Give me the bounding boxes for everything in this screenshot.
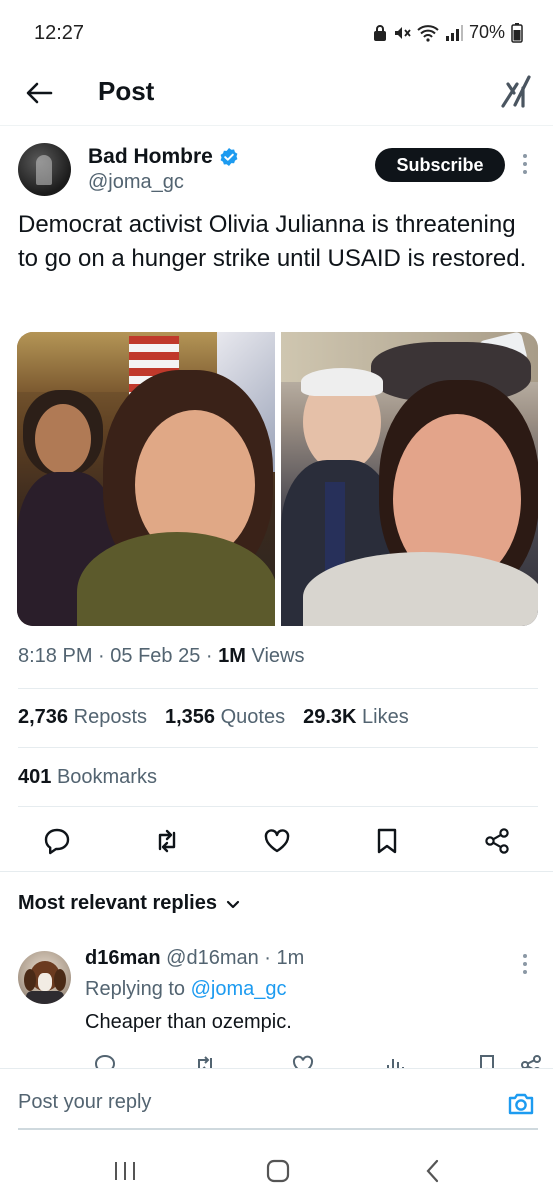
quotes-count: 1,356 [165,706,216,728]
reply-input[interactable]: Post your reply [18,1091,151,1114]
replying-to: Replying to @joma_gc [85,978,287,1001]
reply-time: 1m [276,947,305,969]
repost-button[interactable] [152,826,182,856]
avatar-figure [36,155,52,185]
replies-sort-dropdown[interactable]: Most relevant replies [18,892,241,915]
divider [18,688,538,689]
author-avatar[interactable] [18,143,71,196]
bookmarks-stat[interactable]: 401 Bookmarks [18,766,157,789]
post-meta: 8:18 PM · 05 Feb 25 · 1M Views [18,645,305,667]
post-media[interactable] [17,332,538,626]
post-date: 05 Feb 25 [110,645,201,667]
quotes-label: Quotes [220,706,286,728]
media-photo-right[interactable] [280,332,538,626]
quotes-stat[interactable]: 1,356 Quotes [165,706,285,729]
reply-button[interactable] [42,826,72,856]
reply-composer: Post your reply [0,1068,553,1130]
author-name: Bad Hombre [88,145,213,168]
avatar-dog-muzzle [38,973,52,991]
replies-sort-label: Most relevant replies [18,892,217,914]
views-count: 1M [218,645,246,667]
status-icons: 70% [373,22,523,43]
replying-to-handle[interactable]: @joma_gc [191,978,287,1000]
battery-percent: 70% [468,22,505,42]
reposts-count: 2,736 [18,706,69,728]
share-button[interactable] [482,826,512,856]
reply-author-name[interactable]: d16man [85,947,161,969]
arrow-left-icon [26,82,53,104]
camera-button[interactable] [506,1089,536,1119]
post-text: Democrat activist Olivia Julianna is thr… [18,211,527,272]
post-more-button[interactable] [520,151,530,177]
page-title: Post [98,76,155,106]
reply-more-button[interactable] [520,951,530,977]
subscribe-button[interactable]: Subscribe [375,148,505,182]
camera-icon [508,1093,534,1115]
like-button[interactable] [262,826,292,856]
mute-icon [394,26,411,39]
home-button[interactable] [263,1156,293,1186]
home-icon [266,1159,290,1183]
bookmarks-count: 401 [18,766,52,788]
like-icon [264,829,290,853]
reposts-stat[interactable]: 2,736 Reposts [18,706,147,729]
reposts-label: Reposts [73,706,147,728]
more-vertical-icon [523,154,527,174]
repost-icon [158,829,176,853]
reply-icon [44,828,70,855]
recent-apps-button[interactable] [110,1156,140,1186]
post-actions [18,822,538,862]
likes-label: Likes [362,706,409,728]
bookmark-icon [377,828,397,854]
media-photo-left[interactable] [17,332,275,626]
post-author: Bad Hombre @joma_gc Subscribe [18,143,538,199]
bookmarks-label: Bookmarks [56,766,157,788]
post-time: 8:18 PM [18,645,93,667]
back-button[interactable] [22,76,56,110]
reply-text: Cheaper than ozempic. [85,1011,292,1033]
reply-avatar[interactable] [18,951,71,1004]
verified-badge-icon [220,148,238,166]
avatar-dog-ear [24,969,36,991]
photo-person-hair-left [300,368,383,396]
photo-person-tie [324,482,345,572]
reply-header: d16man @d16man · 1m [85,947,305,969]
post-stats: 2,736 Reposts 1,356 Quotes 29.3K Likes [18,706,409,729]
author-name-row[interactable]: Bad Hombre [88,145,239,169]
grok-icon [501,75,531,108]
chevron-down-icon [226,900,240,908]
avatar-dog-body [26,991,64,1004]
likes-count: 29.3K [303,706,357,728]
replying-prefix: Replying to [85,978,186,1000]
share-icon [485,828,509,854]
avatar-dog-ear [54,969,66,991]
status-time: 12:27 [34,22,85,44]
system-nav-bar [0,1140,553,1200]
divider [18,747,538,748]
photo-person-face-left [35,404,91,474]
divider [18,806,538,807]
section-divider [0,871,553,872]
chevron-left-icon [426,1159,439,1183]
wifi-icon [417,24,439,42]
likes-stat[interactable]: 29.3K Likes [303,706,409,729]
system-back-button[interactable] [418,1156,448,1186]
recent-apps-icon [115,1162,135,1180]
reply-author-handle[interactable]: @d16man [166,947,259,969]
composer-underline [18,1128,538,1130]
views-label: Views [251,645,305,667]
status-bar: 12:27 70% [0,0,553,64]
signal-icon [445,24,463,41]
author-handle[interactable]: @joma_gc [88,171,184,194]
battery-icon [511,22,523,43]
reply-item[interactable]: d16man @d16man · 1m Replying to @joma_gc… [18,945,541,1071]
more-vertical-icon [523,954,527,974]
bookmark-button[interactable] [372,826,402,856]
grok-button[interactable] [499,74,533,110]
lock-icon [373,24,386,41]
top-app-bar: Post [0,60,553,126]
